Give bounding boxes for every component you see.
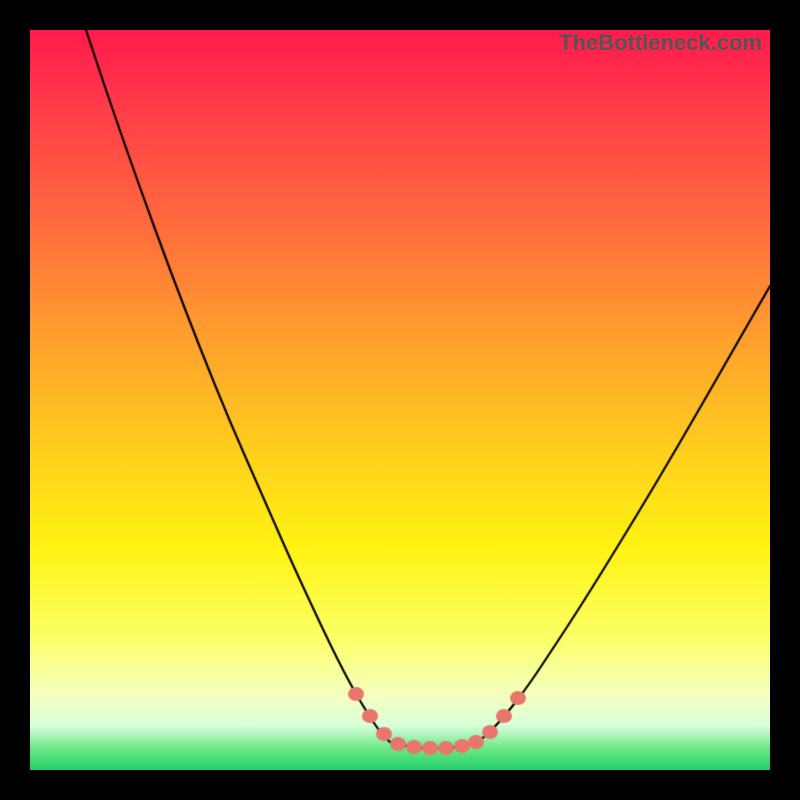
plot-area: TheBottleneck.com (30, 30, 770, 770)
bottleneck-curve (30, 30, 770, 770)
outer-frame: TheBottleneck.com (0, 0, 800, 800)
